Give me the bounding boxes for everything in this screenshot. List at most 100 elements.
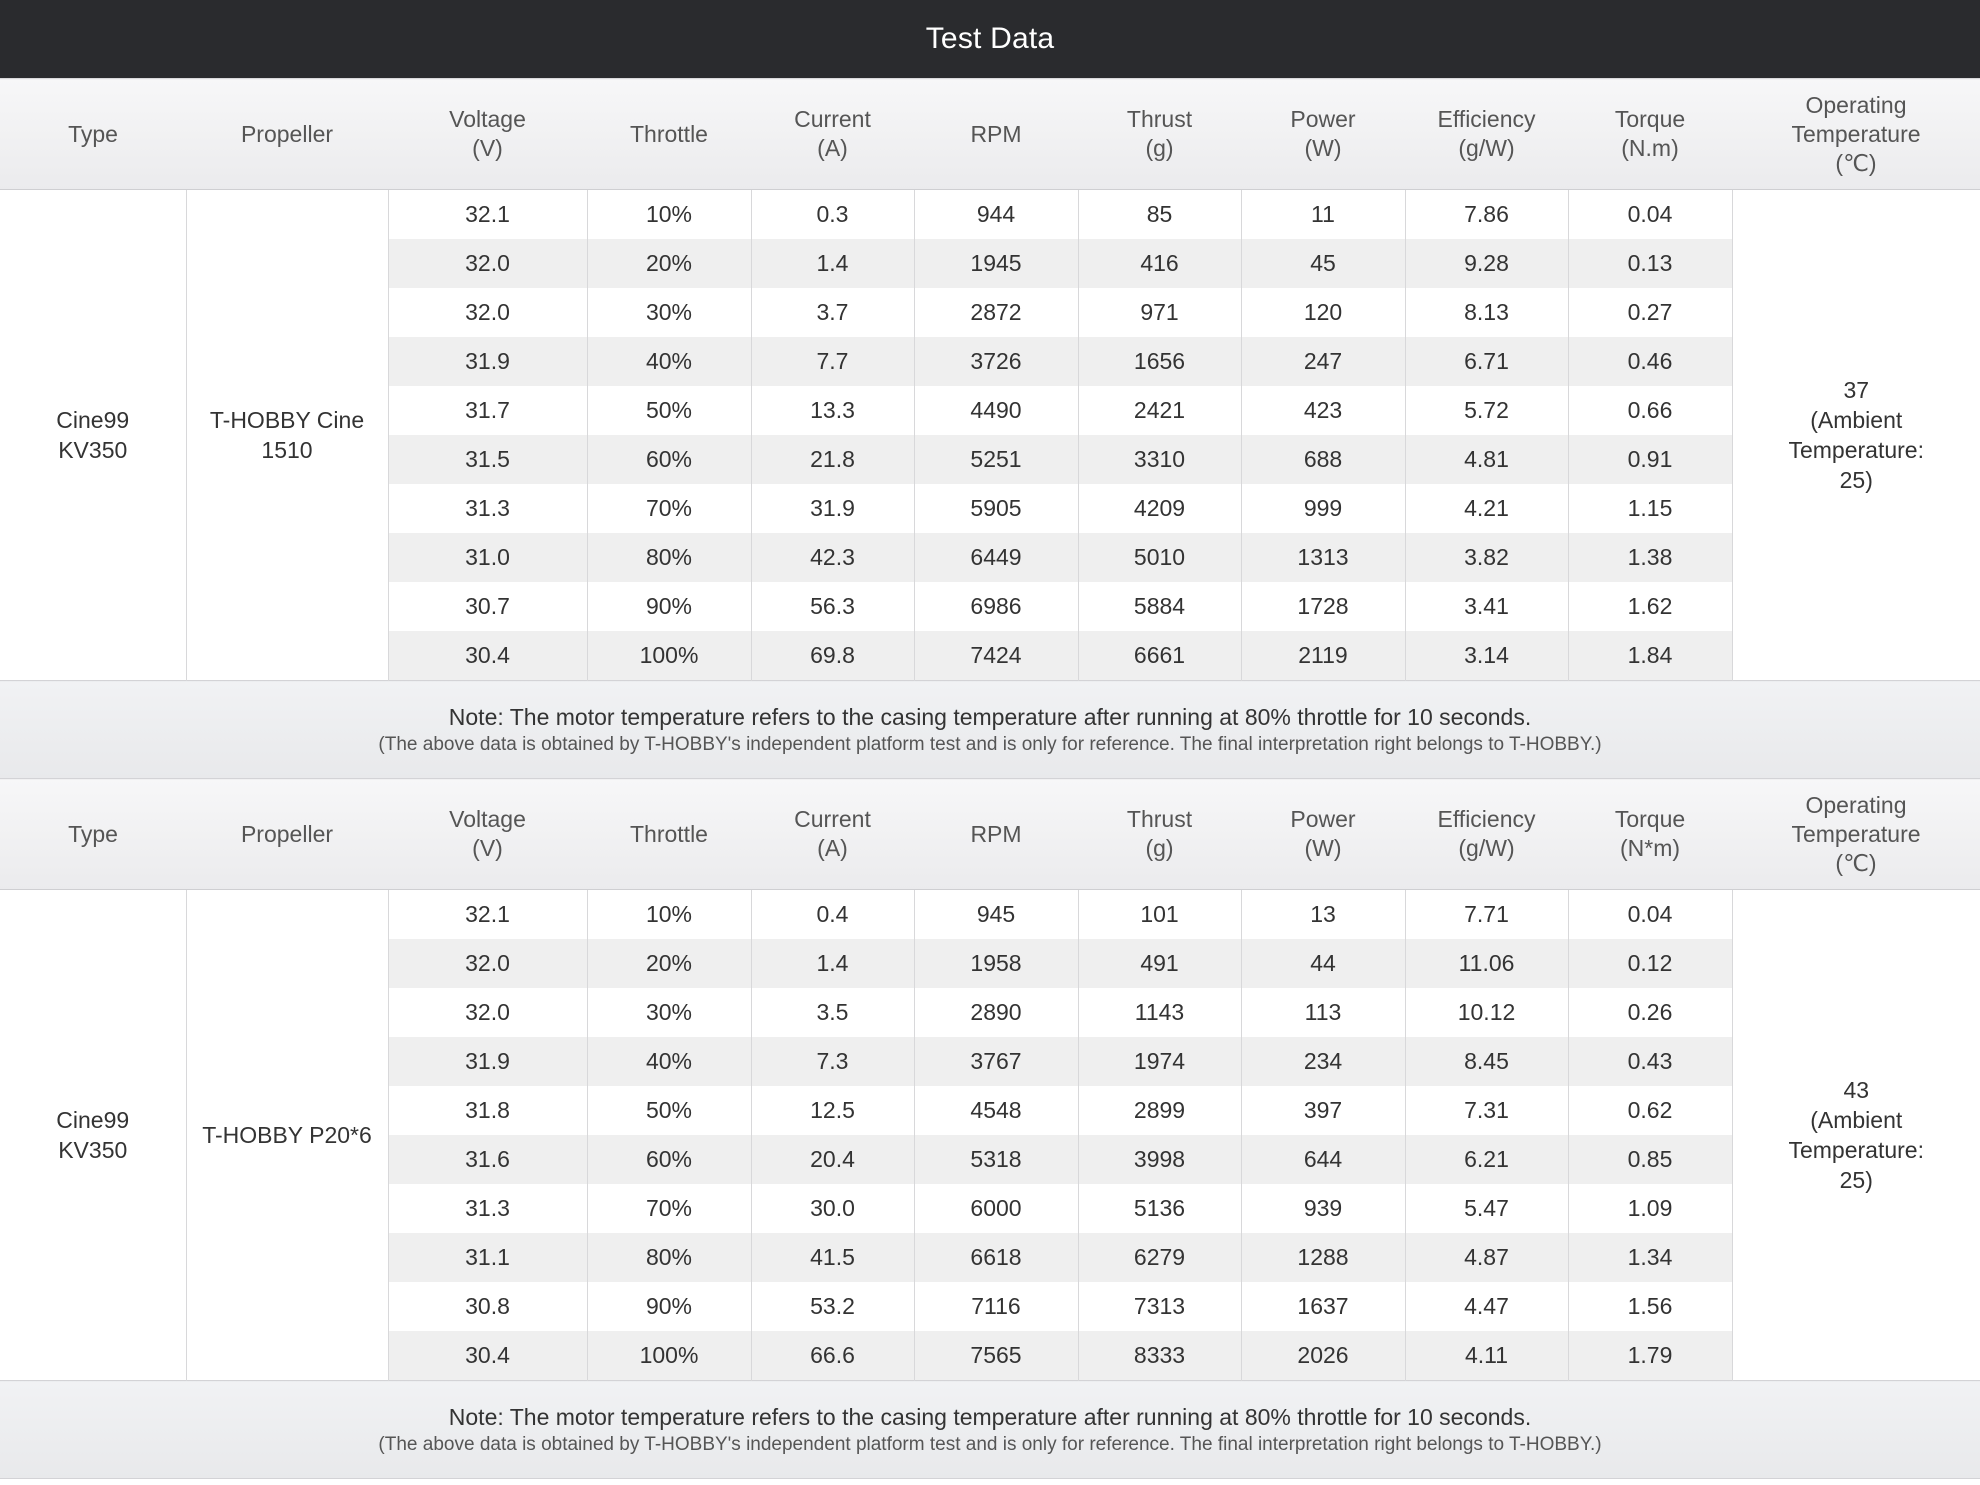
current-cell: 20.4	[750, 1135, 914, 1184]
header-efficiency-line: Efficiency	[1437, 106, 1536, 132]
motor-type-line: KV350	[58, 1137, 128, 1163]
power-cell: 2026	[1240, 1331, 1405, 1381]
torque-cell: 0.26	[1567, 988, 1732, 1037]
thrust-cell: 85	[1077, 189, 1241, 239]
thrust-cell: 3998	[1077, 1135, 1241, 1184]
rpm-cell: 5905	[913, 484, 1078, 533]
torque-cell: 0.04	[1567, 189, 1732, 239]
header-current-line: (A)	[817, 135, 848, 161]
current-cell: 69.8	[750, 631, 914, 681]
throttle-cell: 70%	[586, 1184, 751, 1233]
header-propeller: Propeller	[186, 778, 388, 890]
efficiency-cell: 7.86	[1404, 189, 1568, 239]
power-cell: 423	[1240, 386, 1405, 435]
voltage-cell: 32.1	[387, 189, 587, 239]
header-efficiency-line: Efficiency	[1437, 806, 1536, 832]
header-power-line: (W)	[1304, 135, 1342, 161]
voltage-cell: 32.0	[387, 239, 587, 288]
efficiency-cell: 3.41	[1404, 582, 1568, 631]
rpm-cell: 944	[913, 189, 1078, 239]
torque-cell: 1.09	[1567, 1184, 1732, 1233]
throttle-cell: 20%	[586, 939, 751, 988]
power-cell: 2119	[1240, 631, 1405, 681]
torque-cell: 0.66	[1567, 386, 1732, 435]
power-cell: 11	[1240, 189, 1405, 239]
header-torque-line: (N.m)	[1621, 135, 1679, 161]
thrust-cell: 5136	[1077, 1184, 1241, 1233]
efficiency-cell: 11.06	[1404, 939, 1568, 988]
thrust-cell: 7313	[1077, 1282, 1241, 1331]
efficiency-cell: 5.47	[1404, 1184, 1568, 1233]
torque-cell: 0.04	[1567, 889, 1732, 939]
torque-cell: 0.85	[1567, 1135, 1732, 1184]
motor-type-cell: Cine99 KV350	[0, 889, 186, 1381]
current-cell: 66.6	[750, 1331, 914, 1381]
voltage-cell: 30.4	[387, 631, 587, 681]
current-cell: 0.3	[750, 189, 914, 239]
voltage-cell: 31.9	[387, 337, 587, 386]
page-title: Test Data	[0, 0, 1980, 78]
torque-cell: 1.15	[1567, 484, 1732, 533]
header-thrust: Thrust (g)	[1078, 78, 1241, 190]
rpm-cell: 2890	[913, 988, 1078, 1037]
throttle-cell: 60%	[586, 435, 751, 484]
power-cell: 999	[1240, 484, 1405, 533]
power-cell: 644	[1240, 1135, 1405, 1184]
current-cell: 41.5	[750, 1233, 914, 1282]
efficiency-cell: 4.87	[1404, 1233, 1568, 1282]
current-cell: 0.4	[750, 889, 914, 939]
note-row: Note: The motor temperature refers to th…	[0, 1380, 1980, 1479]
table-row: Cine99 KV350 T-HOBBY P20*6 32.1 10% 0.4 945 101…	[0, 889, 1980, 1381]
header-throttle: Throttle	[587, 778, 751, 890]
current-cell: 21.8	[750, 435, 914, 484]
power-cell: 939	[1240, 1184, 1405, 1233]
power-cell: 1313	[1240, 533, 1405, 582]
header-temperature-line: Operating	[1805, 791, 1907, 818]
header-efficiency: Efficiency (g/W)	[1405, 778, 1568, 890]
header-power: Power (W)	[1241, 78, 1405, 190]
temperature-line: 25)	[1839, 1167, 1873, 1193]
temperature-cell: 37 (Ambient Temperature: 25)	[1731, 189, 1980, 681]
header-temperature-line: Temperature	[1791, 820, 1921, 847]
voltage-cell: 32.0	[387, 939, 587, 988]
thrust-cell: 2899	[1077, 1086, 1241, 1135]
efficiency-cell: 10.12	[1404, 988, 1568, 1037]
thrust-cell: 1974	[1077, 1037, 1241, 1086]
header-torque: Torque (N*m)	[1568, 778, 1732, 890]
temperature-cell: 43 (Ambient Temperature: 25)	[1731, 889, 1980, 1381]
header-torque: Torque (N.m)	[1568, 78, 1732, 190]
note-text: Note: The motor temperature refers to th…	[448, 1403, 1532, 1430]
header-temperature-line: Temperature	[1791, 120, 1921, 147]
note-cell: Note: The motor temperature refers to th…	[0, 680, 1980, 779]
thrust-cell: 6279	[1077, 1233, 1241, 1282]
throttle-cell: 20%	[586, 239, 751, 288]
voltage-cell: 32.0	[387, 988, 587, 1037]
header-current: Current (A)	[751, 78, 914, 190]
current-cell: 30.0	[750, 1184, 914, 1233]
rpm-cell: 7424	[913, 631, 1078, 681]
throttle-cell: 70%	[586, 484, 751, 533]
efficiency-cell: 4.21	[1404, 484, 1568, 533]
voltage-cell: 31.5	[387, 435, 587, 484]
efficiency-cell: 8.13	[1404, 288, 1568, 337]
voltage-cell: 30.8	[387, 1282, 587, 1331]
disclaimer-text: (The above data is obtained by T-HOBBY's…	[378, 1433, 1602, 1455]
header-current-line: (A)	[817, 835, 848, 861]
voltage-cell: 32.1	[387, 889, 587, 939]
voltage-cell: 31.1	[387, 1233, 587, 1282]
voltage-cell: 31.3	[387, 1184, 587, 1233]
efficiency-cell: 4.11	[1404, 1331, 1568, 1381]
efficiency-cell: 3.82	[1404, 533, 1568, 582]
voltage-cell: 31.8	[387, 1086, 587, 1135]
header-power-line: Power	[1290, 106, 1356, 132]
thrust-cell: 416	[1077, 239, 1241, 288]
header-power: Power (W)	[1241, 778, 1405, 890]
throttle-cell: 40%	[586, 1037, 751, 1086]
power-cell: 120	[1240, 288, 1405, 337]
rpm-cell: 3726	[913, 337, 1078, 386]
current-cell: 7.7	[750, 337, 914, 386]
thrust-cell: 2421	[1077, 386, 1241, 435]
header-temperature-line: (℃)	[1835, 149, 1877, 176]
rpm-cell: 2872	[913, 288, 1078, 337]
rpm-cell: 1945	[913, 239, 1078, 288]
